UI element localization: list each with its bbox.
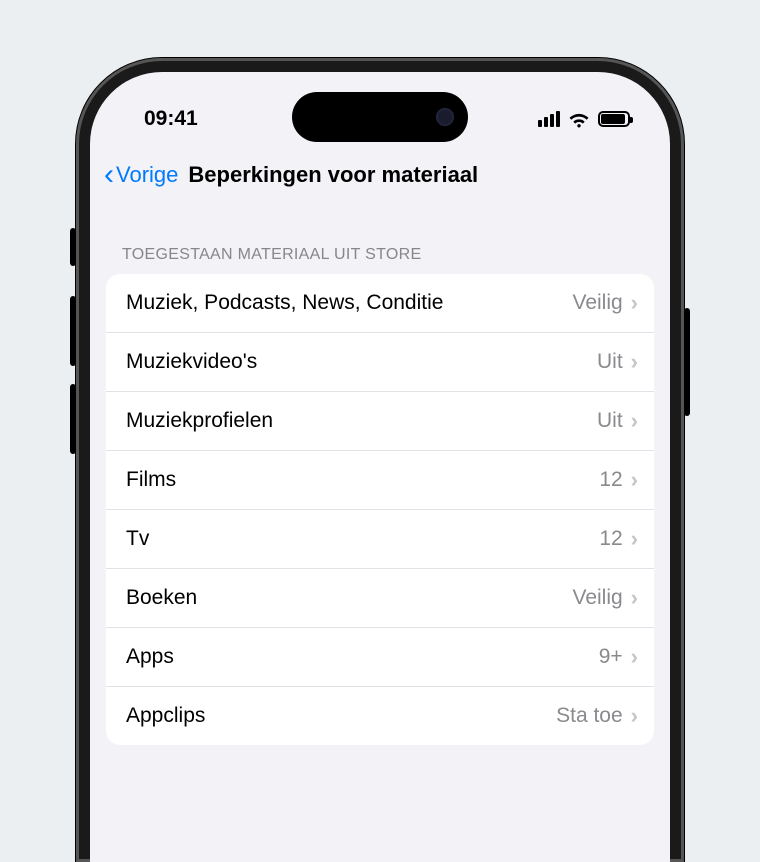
row-value: 12: [599, 527, 622, 551]
row-appclips[interactable]: Appclips Sta toe ›: [106, 687, 654, 745]
cellular-icon: [538, 111, 560, 127]
chevron-right-icon: ›: [631, 526, 638, 552]
chevron-right-icon: ›: [631, 349, 638, 375]
row-label: Muziekprofielen: [126, 409, 597, 433]
chevron-right-icon: ›: [631, 290, 638, 316]
row-value: Uit: [597, 409, 623, 433]
row-label: Appclips: [126, 704, 556, 728]
wifi-icon: [568, 111, 590, 127]
side-button: [70, 296, 76, 366]
side-button: [70, 384, 76, 454]
row-label: Apps: [126, 645, 599, 669]
row-music-videos[interactable]: Muziekvideo's Uit ›: [106, 333, 654, 392]
chevron-right-icon: ›: [631, 585, 638, 611]
chevron-right-icon: ›: [631, 408, 638, 434]
chevron-left-icon: ‹: [104, 160, 114, 190]
row-value: 12: [599, 468, 622, 492]
chevron-right-icon: ›: [631, 644, 638, 670]
row-music-podcasts[interactable]: Muziek, Podcasts, News, Conditie Veilig …: [106, 274, 654, 333]
row-label: Muziekvideo's: [126, 350, 597, 374]
back-label: Vorige: [116, 162, 178, 188]
row-apps[interactable]: Apps 9+ ›: [106, 628, 654, 687]
row-value: Veilig: [572, 586, 622, 610]
row-label: Muziek, Podcasts, News, Conditie: [126, 291, 572, 315]
chevron-right-icon: ›: [631, 467, 638, 493]
side-button: [70, 228, 76, 266]
section-header: TOEGESTAAN MATERIAAL UIT STORE: [90, 204, 670, 274]
row-value: 9+: [599, 645, 623, 669]
dynamic-island: [292, 92, 468, 142]
battery-icon: [598, 111, 630, 127]
row-books[interactable]: Boeken Veilig ›: [106, 569, 654, 628]
settings-list: Muziek, Podcasts, News, Conditie Veilig …: [106, 274, 654, 745]
status-time: 09:41: [144, 107, 198, 131]
row-label: Tv: [126, 527, 599, 551]
status-indicators: [538, 111, 630, 127]
screen: 09:41 ‹ Vorige Beperkingen voor materiaa…: [90, 72, 670, 862]
row-tv[interactable]: Tv 12 ›: [106, 510, 654, 569]
row-films[interactable]: Films 12 ›: [106, 451, 654, 510]
navigation-bar: ‹ Vorige Beperkingen voor materiaal: [90, 142, 670, 204]
page-title: Beperkingen voor materiaal: [188, 162, 478, 188]
back-button[interactable]: ‹ Vorige: [104, 160, 178, 190]
row-music-profiles[interactable]: Muziekprofielen Uit ›: [106, 392, 654, 451]
row-value: Sta toe: [556, 704, 623, 728]
device-frame: 09:41 ‹ Vorige Beperkingen voor materiaa…: [76, 58, 684, 862]
row-value: Uit: [597, 350, 623, 374]
row-label: Films: [126, 468, 599, 492]
side-button: [684, 308, 690, 416]
row-label: Boeken: [126, 586, 572, 610]
row-value: Veilig: [572, 291, 622, 315]
chevron-right-icon: ›: [631, 703, 638, 729]
